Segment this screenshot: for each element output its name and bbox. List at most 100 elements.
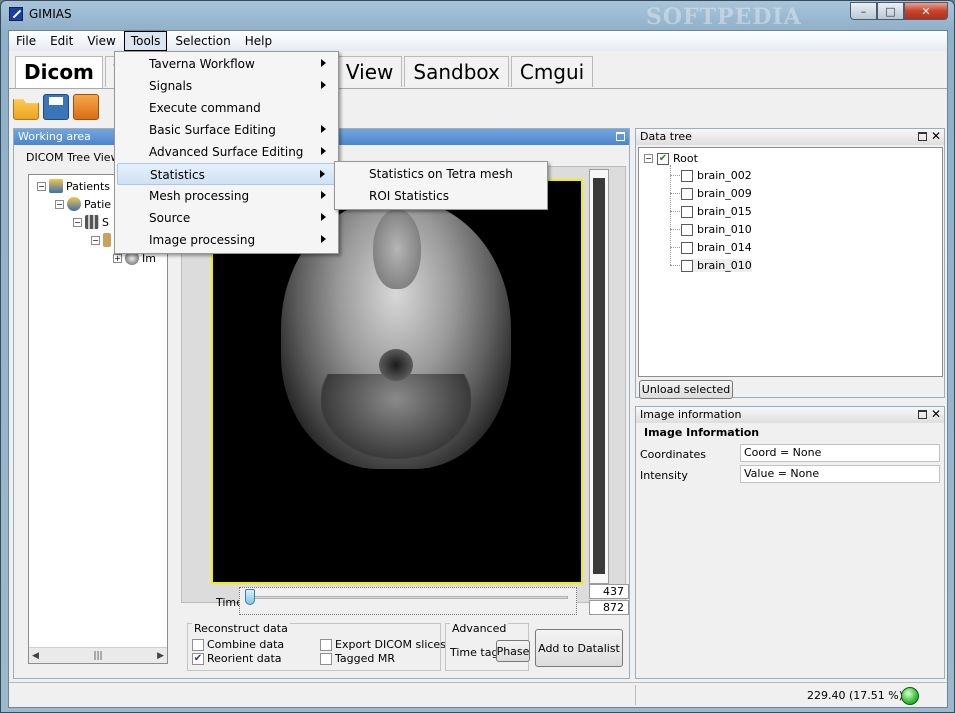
data-tree-item-selected[interactable]: brain_010 xyxy=(681,259,752,272)
checkmark-icon[interactable]: ✔ xyxy=(657,152,669,165)
checkbox-icon[interactable] xyxy=(681,241,693,254)
menu-item-image-processing[interactable]: Image processing xyxy=(117,229,336,251)
data-tree-panel: Data tree ✕ − ✔ Root brain_002 brain_009… xyxy=(635,128,945,399)
menu-item-signals[interactable]: Signals xyxy=(117,75,336,97)
tree-connector xyxy=(670,247,680,248)
scroll-right-icon[interactable]: ▶ xyxy=(157,651,164,661)
data-tree-item[interactable]: brain_015 xyxy=(681,205,752,218)
data-tree-root[interactable]: − ✔ Root xyxy=(644,152,698,165)
time-max-field[interactable]: 872 xyxy=(589,600,629,615)
collapse-icon[interactable]: − xyxy=(37,181,46,191)
coordinates-field[interactable]: Coord = None xyxy=(740,444,940,462)
menu-bar: File Edit View Tools Selection Help xyxy=(9,31,947,51)
tab-dicom[interactable]: Dicom xyxy=(15,56,103,89)
data-tree-list[interactable]: − ✔ Root brain_002 brain_009 brain_015 b… xyxy=(638,147,943,377)
menu-item-taverna-workflow[interactable]: Taverna Workflow xyxy=(117,53,336,75)
menu-item-execute-command[interactable]: Execute command xyxy=(117,97,336,119)
tree-connector xyxy=(670,175,680,176)
combine-data-checkbox[interactable]: Combine data xyxy=(192,638,284,651)
data-tree-item[interactable]: brain_002 xyxy=(681,169,752,182)
phase-dropdown[interactable]: Phase xyxy=(496,640,530,662)
checkbox-icon[interactable] xyxy=(681,205,693,218)
checkbox-icon[interactable] xyxy=(320,652,332,665)
menu-view[interactable]: View xyxy=(80,31,122,51)
restore-icon[interactable] xyxy=(918,410,927,419)
expand-icon[interactable]: + xyxy=(113,253,122,263)
data-tree-item[interactable]: brain_009 xyxy=(681,187,752,200)
folders-icon[interactable] xyxy=(73,94,99,120)
menu-help[interactable]: Help xyxy=(238,31,279,51)
menu-file[interactable]: File xyxy=(9,31,43,51)
data-tree-item[interactable]: brain_010 xyxy=(681,223,752,236)
collapse-icon[interactable]: − xyxy=(55,199,64,209)
menu-item-statistics-tetra-mesh[interactable]: Statistics on Tetra mesh xyxy=(337,163,545,185)
reconstruct-group: Reconstruct data Combine data ✔ Reorient… xyxy=(187,622,446,671)
menu-item-roi-statistics[interactable]: ROI Statistics xyxy=(337,185,545,207)
checkbox-icon[interactable] xyxy=(681,169,693,182)
time-value-field[interactable]: 437 xyxy=(589,584,629,599)
menu-item-mesh-processing[interactable]: Mesh processing xyxy=(117,185,336,207)
scroll-grip-icon[interactable]: ||| xyxy=(93,651,102,661)
intensity-field[interactable]: Value = None xyxy=(740,465,940,483)
checkbox-icon[interactable] xyxy=(192,638,204,651)
restore-icon[interactable] xyxy=(616,132,625,141)
title-bar[interactable]: GIMIAS SOFTPEDIA – □ ✕ xyxy=(1,1,954,30)
restore-icon[interactable] xyxy=(918,132,927,141)
submenu-arrow-icon xyxy=(321,147,326,155)
status-separator xyxy=(635,685,636,705)
add-to-datalist-button[interactable]: Add to Datalist xyxy=(535,629,623,667)
advanced-group: Advanced Time tag Phase xyxy=(445,622,530,671)
tree-item-patients[interactable]: − Patients xyxy=(37,179,110,193)
checkbox-icon[interactable] xyxy=(681,223,693,236)
time-slider[interactable] xyxy=(239,587,577,615)
menu-edit[interactable]: Edit xyxy=(43,31,80,51)
submenu-arrow-icon xyxy=(321,191,326,199)
menu-item-advanced-surface-editing[interactable]: Advanced Surface Editing xyxy=(117,141,336,163)
close-icon[interactable]: ✕ xyxy=(931,407,941,421)
tree-item-patient[interactable]: − Patie xyxy=(55,197,111,211)
gimias-logo-icon xyxy=(9,7,23,21)
data-tree-item[interactable]: brain_014 xyxy=(681,241,752,254)
close-button[interactable]: ✕ xyxy=(904,2,948,20)
scroll-left-icon[interactable]: ◀ xyxy=(32,651,39,661)
menu-selection[interactable]: Selection xyxy=(168,31,237,51)
slice-scrollbar[interactable] xyxy=(589,169,609,584)
submenu-arrow-icon xyxy=(321,59,326,67)
menu-item-statistics[interactable]: Statistics xyxy=(117,163,336,185)
image-information-panel: Image information ✕ Image Information Co… xyxy=(635,406,945,679)
tree-item-study[interactable]: − S xyxy=(73,215,109,229)
unload-selected-button[interactable]: Unload selected xyxy=(639,380,733,399)
save-icon[interactable] xyxy=(43,94,69,120)
collapse-icon[interactable]: − xyxy=(73,217,82,227)
tab-sandbox[interactable]: Sandbox xyxy=(404,56,509,87)
slice-scrollbar-track[interactable] xyxy=(593,178,605,574)
image-information-title: Image information xyxy=(640,408,742,421)
checkmark-icon[interactable]: ✔ xyxy=(192,652,204,665)
submenu-arrow-icon xyxy=(321,235,326,243)
tab-cmgui[interactable]: Cmgui xyxy=(510,56,594,87)
toolbar xyxy=(13,94,99,124)
menu-tools[interactable]: Tools xyxy=(123,31,168,51)
coordinates-label: Coordinates xyxy=(640,448,707,461)
window-title: GIMIAS xyxy=(29,7,72,21)
tagged-mr-checkbox[interactable]: Tagged MR xyxy=(320,652,395,665)
menu-item-source[interactable]: Source xyxy=(117,207,336,229)
mri-neck-region xyxy=(321,374,471,459)
checkbox-icon[interactable] xyxy=(681,187,693,200)
maximize-button[interactable]: □ xyxy=(877,2,904,20)
menu-item-basic-surface-editing[interactable]: Basic Surface Editing xyxy=(117,119,336,141)
close-icon[interactable]: ✕ xyxy=(931,129,941,143)
export-dicom-checkbox[interactable]: Export DICOM slices xyxy=(320,638,446,651)
reorient-data-checkbox[interactable]: ✔ Reorient data xyxy=(192,652,282,665)
status-led-icon xyxy=(901,687,919,705)
checkbox-icon[interactable] xyxy=(320,638,332,651)
collapse-icon[interactable]: − xyxy=(91,235,100,245)
tab-view[interactable]: View xyxy=(336,56,403,87)
time-slider-thumb[interactable] xyxy=(245,589,255,605)
tree-horizontal-scrollbar[interactable]: ◀ ||| ▶ xyxy=(29,647,167,663)
checkbox-icon[interactable] xyxy=(681,259,693,272)
tree-item-series[interactable]: − xyxy=(91,233,111,247)
collapse-icon[interactable]: − xyxy=(644,154,653,163)
minimize-button[interactable]: – xyxy=(850,2,877,20)
folder-open-icon[interactable] xyxy=(13,99,39,120)
